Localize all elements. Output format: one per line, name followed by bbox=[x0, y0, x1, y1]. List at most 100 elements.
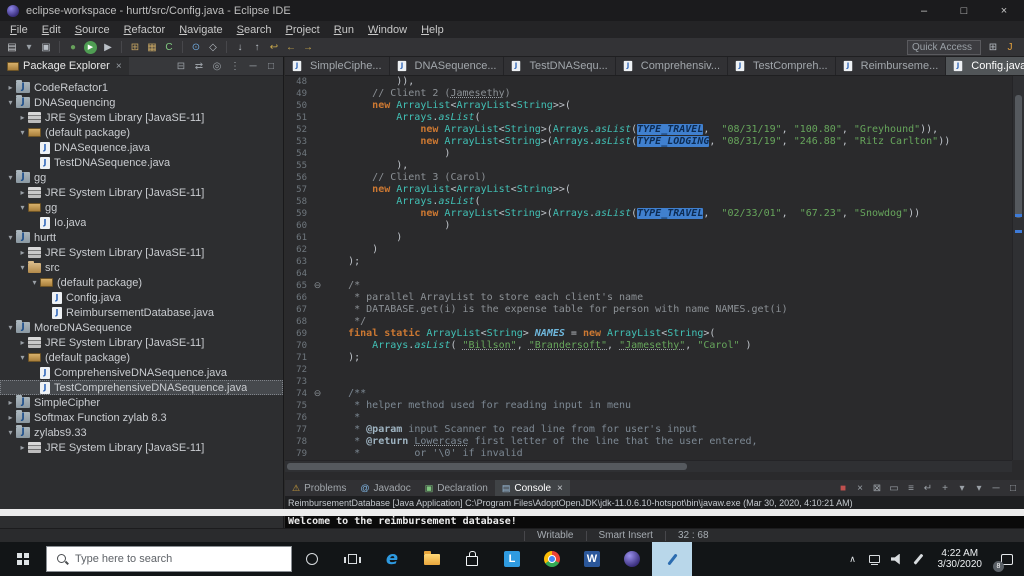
tree-item[interactable]: ▸JRE System Library [JavaSE-11] bbox=[0, 245, 283, 260]
action-center-button[interactable]: 8 bbox=[990, 542, 1024, 576]
menu-navigate[interactable]: Navigate bbox=[172, 24, 229, 36]
editor-tab-config-java[interactable]: Config.java× bbox=[946, 57, 1024, 75]
menu-search[interactable]: Search bbox=[230, 24, 279, 36]
minimize-panel-icon[interactable]: ─ bbox=[988, 481, 1004, 496]
volume-button[interactable] bbox=[886, 554, 908, 565]
open-perspective-icon[interactable]: ⊞ bbox=[985, 40, 1001, 55]
tree-item[interactable]: ▾(default package) bbox=[0, 125, 283, 140]
display-console-icon[interactable]: ▾ bbox=[954, 481, 970, 496]
tree-item[interactable]: ComprehensiveDNASequence.java bbox=[0, 365, 283, 380]
store-button[interactable] bbox=[452, 542, 492, 576]
new-class-icon[interactable]: C bbox=[161, 40, 177, 55]
tree-item[interactable]: ▸JRE System Library [JavaSE-11] bbox=[0, 335, 283, 350]
menu-help[interactable]: Help bbox=[414, 24, 451, 36]
maximize-panel-icon[interactable]: □ bbox=[1005, 481, 1021, 496]
search-icon[interactable]: ⊙ bbox=[188, 40, 204, 55]
tree-item[interactable]: ▸JRE System Library [JavaSE-11] bbox=[0, 440, 283, 455]
tree-item[interactable]: ▸SimpleCipher bbox=[0, 395, 283, 410]
menu-window[interactable]: Window bbox=[361, 24, 414, 36]
tree-item[interactable]: ▾gg bbox=[0, 170, 283, 185]
collapse-arrow-icon[interactable]: ▾ bbox=[17, 203, 28, 212]
tree-item[interactable]: ▾MoreDNASequence bbox=[0, 320, 283, 335]
tree-item[interactable]: ▸JRE System Library [JavaSE-11] bbox=[0, 185, 283, 200]
minimize-button[interactable]: – bbox=[904, 0, 944, 21]
editor-tab-comprehensiv-[interactable]: Comprehensiv... bbox=[616, 57, 728, 75]
tree-item[interactable]: ▾(default package) bbox=[0, 275, 283, 290]
close-tab-icon[interactable]: × bbox=[557, 483, 563, 494]
tree-item[interactable]: DNASequence.java bbox=[0, 140, 283, 155]
focus-icon[interactable]: ◎ bbox=[209, 59, 225, 74]
back-icon[interactable]: ← bbox=[283, 40, 299, 55]
clear-console-icon[interactable]: ▭ bbox=[886, 481, 902, 496]
terminate-icon[interactable]: ■ bbox=[835, 481, 851, 496]
tree-item[interactable]: ▾DNASequencing bbox=[0, 95, 283, 110]
editor-hscrollbar[interactable] bbox=[285, 460, 1012, 472]
new-java-project-icon[interactable]: ⊞ bbox=[127, 40, 143, 55]
debug-icon[interactable]: ● bbox=[65, 40, 81, 55]
collapse-arrow-icon[interactable]: ▾ bbox=[5, 323, 16, 332]
collapse-arrow-icon[interactable]: ▾ bbox=[5, 428, 16, 437]
editor-tab-testdnasequ-[interactable]: TestDNASequ... bbox=[504, 57, 615, 75]
quick-access-input[interactable] bbox=[907, 40, 981, 55]
hidden-icons-chevron[interactable]: ∧ bbox=[842, 554, 864, 565]
taskbar-search[interactable]: Type here to search bbox=[46, 546, 292, 572]
forward-icon[interactable]: → bbox=[300, 40, 316, 55]
expand-arrow-icon[interactable]: ▸ bbox=[17, 248, 28, 257]
next-annotation-icon[interactable]: ↓ bbox=[232, 40, 248, 55]
word-wrap-icon[interactable]: ↵ bbox=[920, 481, 936, 496]
editor-vscrollbar[interactable] bbox=[1012, 76, 1024, 460]
cortana-button[interactable] bbox=[292, 542, 332, 576]
task-view-button[interactable] bbox=[332, 542, 372, 576]
collapse-arrow-icon[interactable]: ▾ bbox=[29, 278, 40, 287]
pen-button[interactable] bbox=[908, 553, 930, 565]
editor-tab-dnasequence-[interactable]: DNASequence... bbox=[390, 57, 505, 75]
remove-launch-icon[interactable]: × bbox=[852, 481, 868, 496]
tab-declaration[interactable]: ▣Declaration bbox=[418, 480, 495, 496]
close-view-icon[interactable]: × bbox=[116, 61, 122, 72]
new-wizard-icon[interactable]: ▤ bbox=[4, 40, 20, 55]
open-console-icon[interactable]: ▾ bbox=[971, 481, 987, 496]
collapse-arrow-icon[interactable]: ▾ bbox=[17, 128, 28, 137]
expand-arrow-icon[interactable]: ▸ bbox=[5, 398, 16, 407]
new-wizard-dropdown-icon[interactable]: ▾ bbox=[21, 40, 37, 55]
tree-item[interactable]: ▸Softmax Function zylab 8.3 bbox=[0, 410, 283, 425]
run-external-tools-icon[interactable]: ▶ bbox=[100, 40, 116, 55]
tree-item[interactable]: ▸CodeRefactor1 bbox=[0, 80, 283, 95]
tab-javadoc[interactable]: @Javadoc bbox=[353, 480, 417, 496]
link-with-editor-icon[interactable]: ⇄ bbox=[191, 59, 207, 74]
tab-problems[interactable]: ⚠Problems bbox=[285, 480, 353, 496]
tree-item[interactable]: ▾zylabs9.33 bbox=[0, 425, 283, 440]
hscroll-thumb[interactable] bbox=[287, 463, 687, 470]
app-l-button[interactable]: L bbox=[492, 542, 532, 576]
eclipse-app-button[interactable] bbox=[612, 542, 652, 576]
menu-refactor[interactable]: Refactor bbox=[117, 24, 173, 36]
network-button[interactable] bbox=[864, 555, 886, 563]
new-package-icon[interactable]: ▦ bbox=[144, 40, 160, 55]
expand-arrow-icon[interactable]: ▸ bbox=[17, 188, 28, 197]
fold-marker-icon[interactable]: ⊖ bbox=[311, 388, 324, 400]
editor-tab-testcompreh-[interactable]: TestCompreh... bbox=[728, 57, 836, 75]
view-menu-icon[interactable]: ⋮ bbox=[227, 59, 243, 74]
active-app-button[interactable] bbox=[652, 542, 692, 576]
tree-item[interactable]: ▾gg bbox=[0, 200, 283, 215]
close-button[interactable]: × bbox=[984, 0, 1024, 21]
package-explorer-tab[interactable]: Package Explorer × bbox=[0, 57, 129, 75]
maximize-view-icon[interactable]: □ bbox=[263, 59, 279, 74]
maximize-button[interactable]: □ bbox=[944, 0, 984, 21]
remove-all-launches-icon[interactable]: ⊠ bbox=[869, 481, 885, 496]
tree-item[interactable]: ▾(default package) bbox=[0, 350, 283, 365]
chrome-button[interactable] bbox=[532, 542, 572, 576]
last-edit-location-icon[interactable]: ↩ bbox=[266, 40, 282, 55]
collapse-arrow-icon[interactable]: ▾ bbox=[5, 173, 16, 182]
tab-console[interactable]: ▤Console× bbox=[495, 480, 570, 496]
menu-file[interactable]: File bbox=[3, 24, 35, 36]
tree-item[interactable]: ▾hurtt bbox=[0, 230, 283, 245]
minimize-view-icon[interactable]: ─ bbox=[245, 59, 261, 74]
tree-item[interactable]: Config.java bbox=[0, 290, 283, 305]
tree-item[interactable]: ▸JRE System Library [JavaSE-11] bbox=[0, 110, 283, 125]
run-icon[interactable]: ▶ bbox=[84, 41, 97, 54]
file-explorer-button[interactable] bbox=[412, 542, 452, 576]
expand-arrow-icon[interactable]: ▸ bbox=[5, 413, 16, 422]
tree-item[interactable]: TestDNASequence.java bbox=[0, 155, 283, 170]
menu-run[interactable]: Run bbox=[327, 24, 361, 36]
